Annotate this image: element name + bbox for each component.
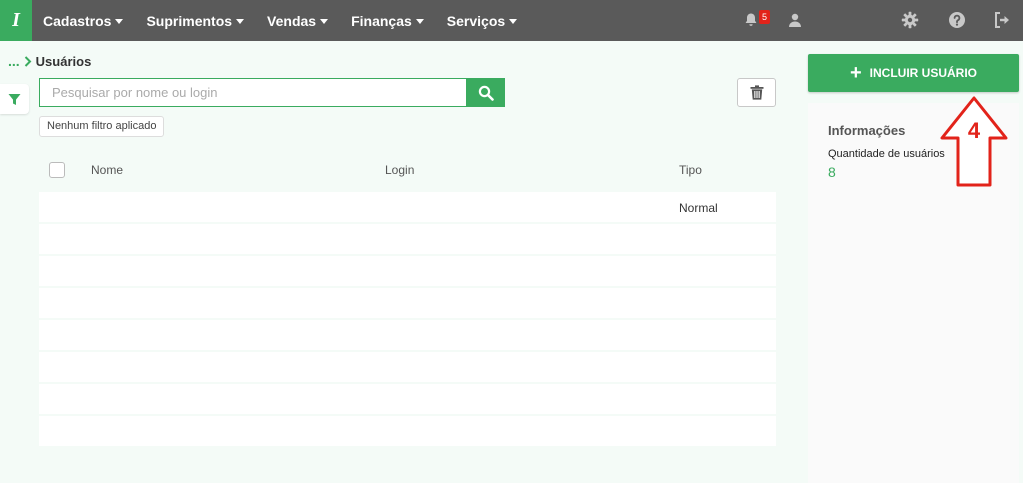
plus-icon: +	[849, 62, 862, 84]
main-menu: Cadastros Suprimentos Vendas Finanças Se…	[32, 0, 529, 41]
caret-down-icon	[236, 18, 245, 24]
column-header-login[interactable]: Login	[385, 163, 414, 177]
menu-financas[interactable]: Finanças	[340, 13, 436, 29]
filter-funnel-icon	[8, 93, 21, 105]
column-header-nome[interactable]: Nome	[91, 163, 123, 177]
logout-icon[interactable]	[992, 10, 1012, 30]
app-logo[interactable]: I	[0, 0, 32, 41]
menu-cadastros[interactable]: Cadastros	[32, 13, 135, 29]
menu-label: Serviços	[446, 12, 506, 29]
user-count-value: 8	[828, 164, 836, 180]
caret-down-icon	[415, 18, 424, 24]
table-header: Nome Login Tipo	[39, 152, 776, 188]
menu-servicos[interactable]: Serviços	[436, 13, 529, 29]
trash-icon	[750, 85, 763, 100]
annotation-step-number: 4	[968, 118, 981, 143]
delete-button[interactable]	[737, 78, 776, 107]
menu-label: Finanças	[351, 12, 412, 29]
table-row[interactable]	[39, 320, 776, 350]
table-row[interactable]	[39, 224, 776, 254]
column-header-tipo[interactable]: Tipo	[679, 163, 702, 177]
help-question-icon[interactable]	[947, 10, 967, 30]
top-navigation-bar: I Cadastros Suprimentos Vendas Finanças …	[0, 0, 1023, 41]
table-row[interactable]	[39, 288, 776, 318]
filter-panel-toggle[interactable]	[0, 84, 29, 114]
menu-vendas[interactable]: Vendas	[256, 13, 340, 29]
active-filters-chip: Nenhum filtro aplicado	[39, 116, 165, 137]
user-count-label: Quantidade de usuários	[828, 148, 945, 160]
caret-down-icon	[320, 18, 329, 24]
table-row[interactable]: Normal	[39, 192, 776, 222]
menu-label: Vendas	[267, 12, 317, 29]
menu-label: Cadastros	[43, 12, 112, 29]
settings-gear-icon[interactable]	[900, 10, 920, 30]
info-title: Informações	[828, 123, 906, 138]
user-profile-icon[interactable]	[785, 10, 805, 30]
table-row[interactable]	[39, 256, 776, 286]
select-all-checkbox[interactable]	[49, 162, 65, 178]
page-title: Usuários	[35, 53, 92, 69]
chevron-right-icon	[24, 55, 32, 67]
add-user-button[interactable]: + INCLUIR USUÁRIO	[808, 54, 1019, 92]
annotation-up-arrow-icon: 4	[940, 96, 1008, 187]
caret-down-icon	[509, 18, 518, 24]
notifications-bell-icon[interactable]	[741, 10, 761, 30]
search-icon	[478, 85, 494, 101]
menu-suprimentos[interactable]: Suprimentos	[135, 13, 256, 29]
caret-down-icon	[115, 18, 124, 24]
table-row[interactable]	[39, 416, 776, 446]
menu-label: Suprimentos	[146, 12, 233, 29]
cell-tipo: Normal	[679, 201, 718, 215]
table-row[interactable]	[39, 352, 776, 382]
search-input[interactable]	[39, 78, 466, 107]
breadcrumb-ellipsis[interactable]: ...	[8, 53, 20, 69]
search-button[interactable]	[466, 78, 505, 107]
table-row[interactable]	[39, 384, 776, 414]
notification-badge: 5	[759, 10, 770, 24]
add-user-button-label: INCLUIR USUÁRIO	[869, 66, 978, 80]
breadcrumb: ... Usuários	[8, 53, 91, 69]
